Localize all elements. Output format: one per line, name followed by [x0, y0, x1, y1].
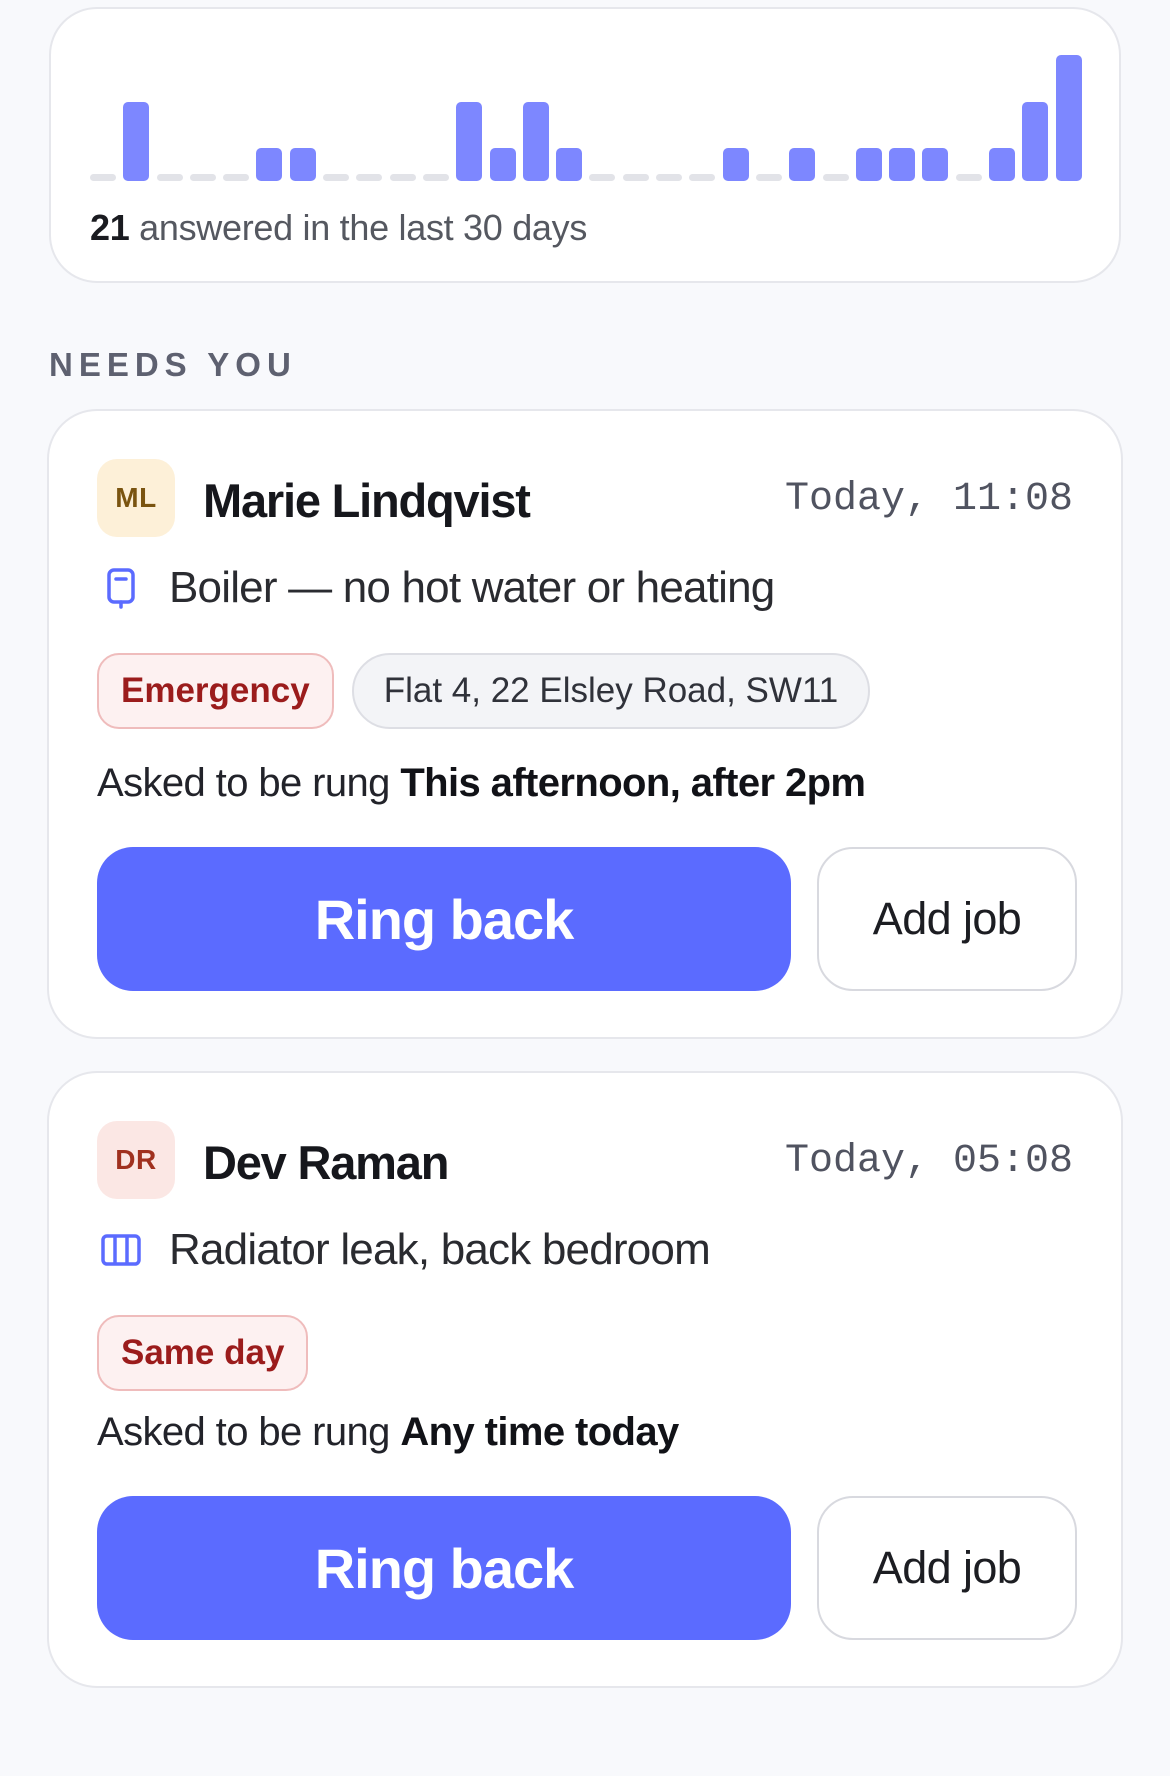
call-time: Today, 05:08: [784, 1139, 1073, 1184]
activity-bar: [689, 174, 716, 181]
avatar: ML: [97, 459, 175, 537]
activity-bar: [922, 148, 949, 181]
activity-bar: [156, 174, 183, 181]
activity-bar: [622, 174, 649, 181]
activity-bar: [822, 174, 849, 181]
activity-bar: [889, 148, 916, 181]
ring-preference: Asked to be rung Any time today: [97, 1410, 679, 1455]
add-job-button[interactable]: Add job: [817, 1496, 1077, 1640]
activity-bar: [522, 102, 549, 181]
issue-row: Radiator leak, back bedroom: [97, 1225, 711, 1275]
boiler-icon: [97, 564, 145, 612]
activity-bar: [1022, 102, 1049, 181]
ring-preference-prefix: Asked to be rung: [97, 761, 401, 805]
add-job-button[interactable]: Add job: [817, 847, 1077, 991]
request-card[interactable]: ML Marie Lindqvist Today, 11:08 Boiler —…: [47, 409, 1123, 1039]
activity-bar: [556, 148, 583, 181]
radiator-icon: [97, 1226, 145, 1274]
activity-bar: [123, 102, 150, 181]
activity-bar: [323, 174, 350, 181]
activity-bar: [489, 148, 516, 181]
activity-bar: [955, 174, 982, 181]
activity-bar: [189, 174, 216, 181]
activity-caption: 21 answered in the last 30 days: [90, 207, 587, 249]
section-heading-needs-you: NEEDS YOU: [49, 346, 297, 383]
ring-preference: Asked to be rung This afternoon, after 2…: [97, 761, 866, 806]
activity-bar: [256, 148, 283, 181]
activity-bar: [289, 148, 316, 181]
activity-bar: [789, 148, 816, 181]
activity-bar: [989, 148, 1016, 181]
request-card[interactable]: DR Dev Raman Today, 05:08 Radiator leak,…: [47, 1071, 1123, 1688]
activity-bar: [90, 174, 116, 181]
ring-preference-window: Any time today: [400, 1410, 679, 1454]
caller-name: Dev Raman: [203, 1136, 449, 1189]
tag-row: Same day: [97, 1315, 309, 1391]
ring-back-button[interactable]: Ring back: [97, 847, 791, 991]
activity-bar: [422, 174, 449, 181]
caller-name: Marie Lindqvist: [203, 474, 531, 527]
issue-text: Boiler — no hot water or heating: [169, 563, 775, 612]
ring-preference-window: This afternoon, after 2pm: [400, 761, 866, 805]
urgency-badge: Same day: [97, 1315, 309, 1391]
activity-bar: [1055, 55, 1082, 181]
tag-row: Emergency Flat 4, 22 Elsley Road, SW11: [97, 653, 871, 729]
call-time: Today, 11:08: [784, 477, 1073, 522]
activity-bar: [356, 174, 383, 181]
answered-count: 21: [90, 207, 130, 248]
activity-bar: [755, 174, 782, 181]
activity-bar: [589, 174, 616, 181]
answered-caption-text: answered in the last 30 days: [129, 207, 588, 248]
activity-bar: [456, 102, 483, 181]
ring-preference-prefix: Asked to be rung: [97, 1410, 401, 1454]
issue-text: Radiator leak, back bedroom: [169, 1225, 711, 1274]
avatar: DR: [97, 1121, 175, 1199]
activity-bar: [656, 174, 683, 181]
ring-back-button[interactable]: Ring back: [97, 1496, 791, 1640]
screen: 21 answered in the last 30 days NEEDS YO…: [0, 0, 1170, 1776]
urgency-badge: Emergency: [97, 653, 334, 729]
address-chip: Flat 4, 22 Elsley Road, SW11: [351, 653, 871, 729]
activity-bar: [855, 148, 882, 181]
issue-row: Boiler — no hot water or heating: [97, 563, 775, 613]
activity-bar: [722, 148, 749, 181]
activity-sparkline: [90, 45, 1082, 181]
activity-bar: [389, 174, 416, 181]
activity-card: 21 answered in the last 30 days: [49, 7, 1121, 283]
activity-bar: [223, 174, 250, 181]
